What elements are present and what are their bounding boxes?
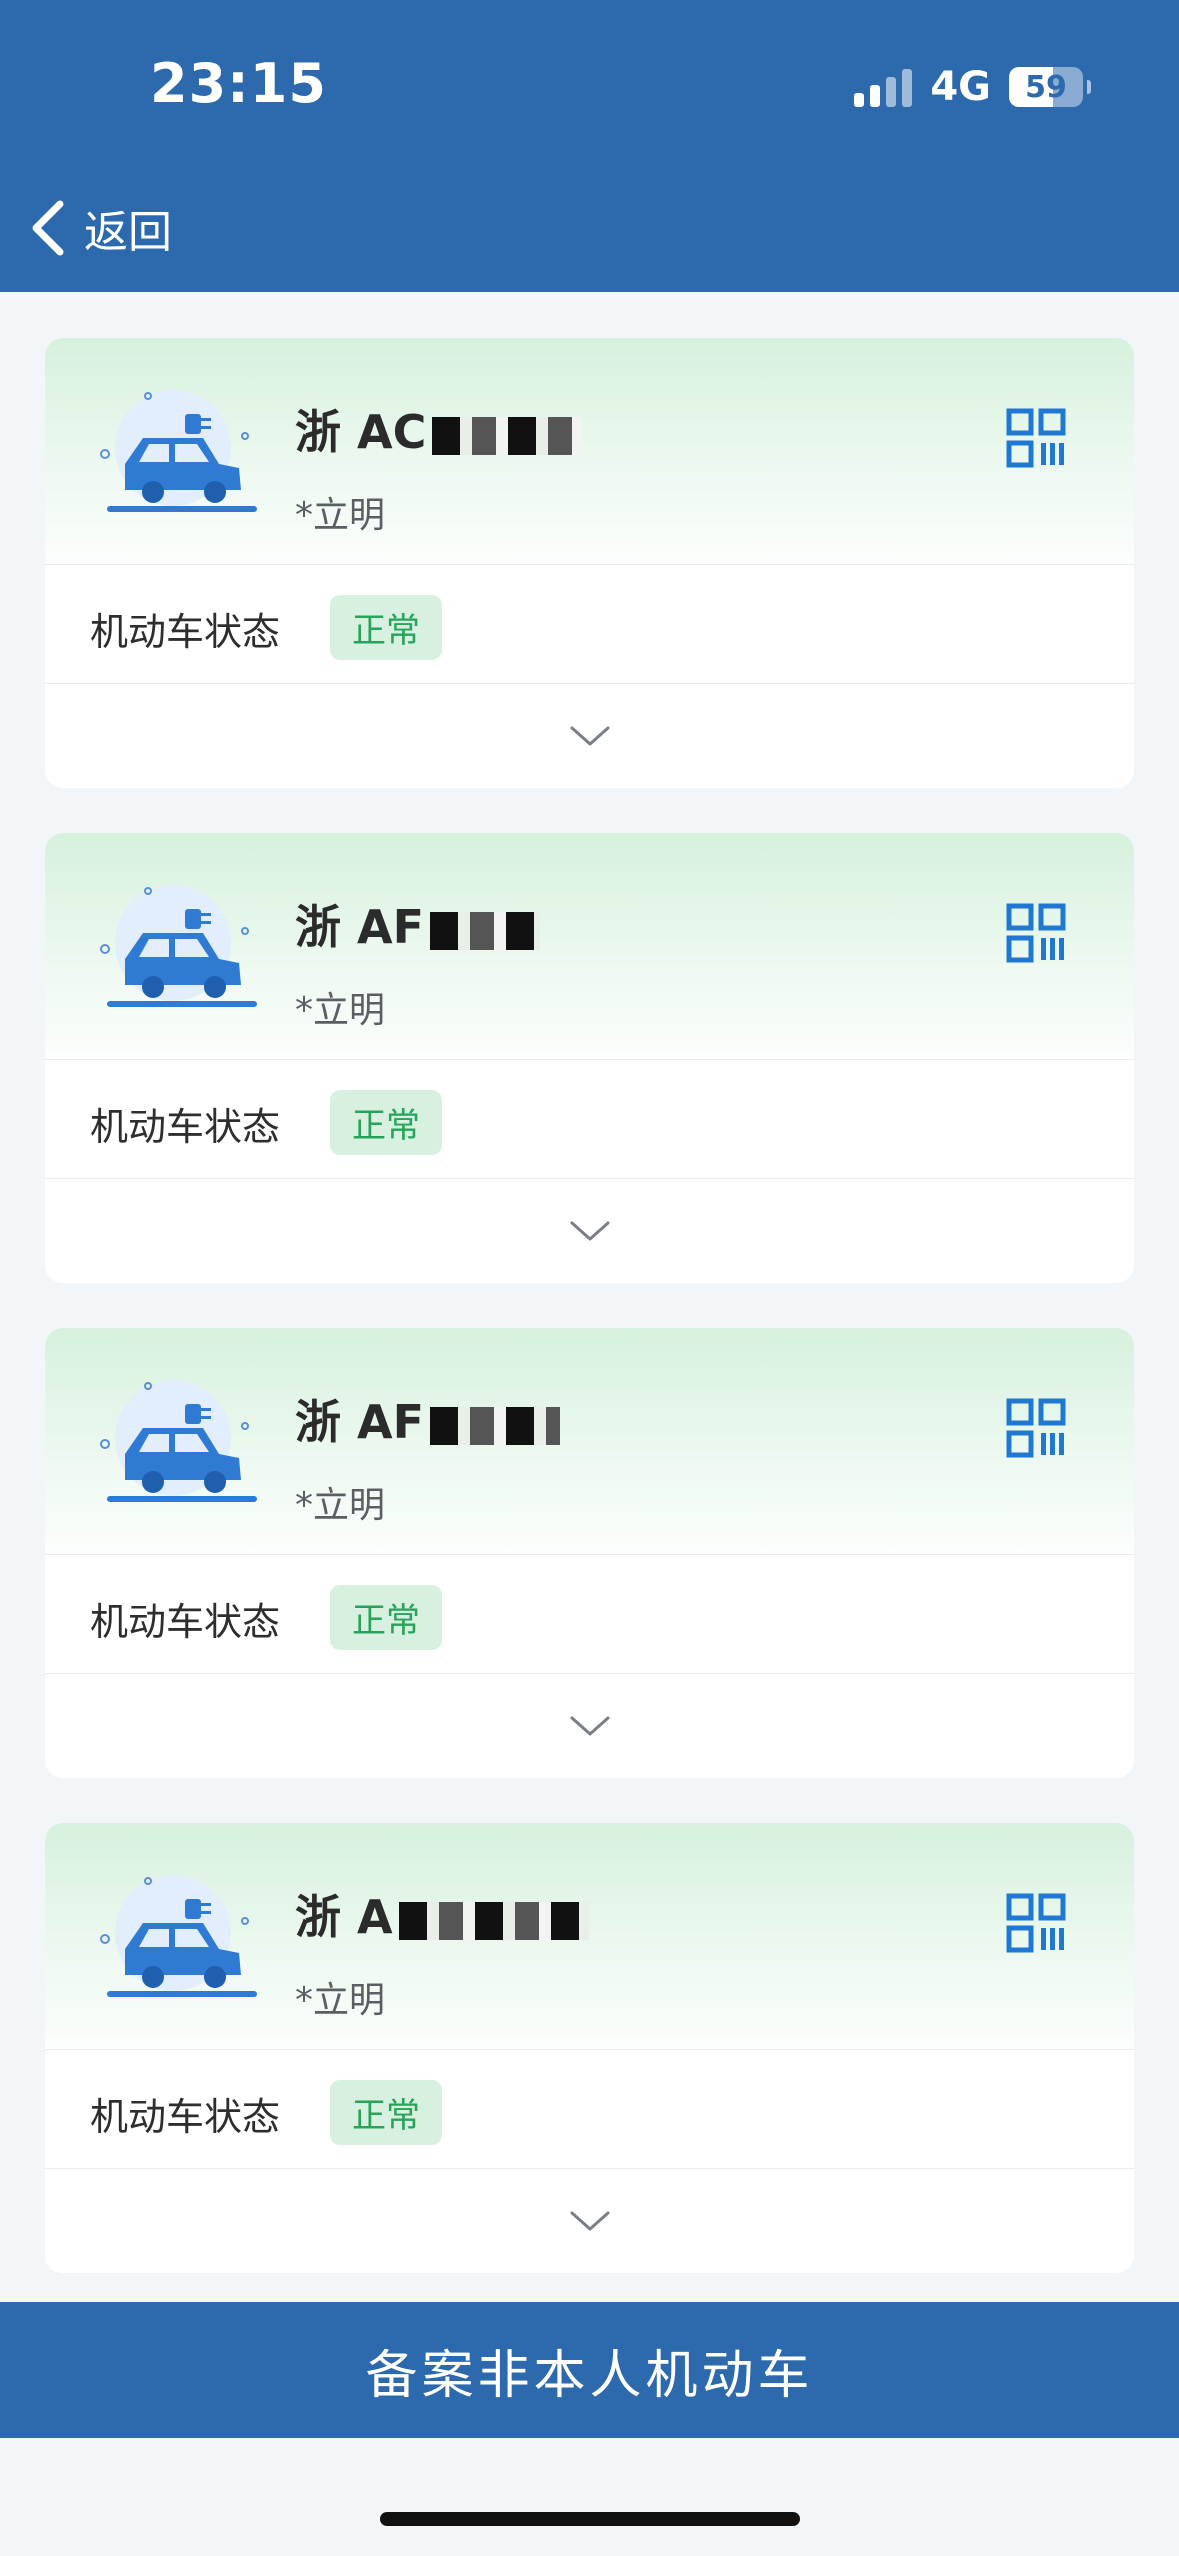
vehicle-card: 浙 AF *立明 机动车状态 正常 [45, 833, 1134, 1283]
vehicle-card: 浙 AC *立明 机动车状态 正常 [45, 338, 1134, 788]
qr-code-icon[interactable] [1006, 1893, 1066, 1953]
qr-code-icon[interactable] [1006, 903, 1066, 963]
expand-button[interactable] [45, 1673, 1134, 1778]
status-label: 机动车状态 [90, 610, 281, 654]
page: 23:15 4G 59 返回 浙 AC *立明 机动车状态 正常 浙 AF *立… [0, 0, 1179, 2556]
chevron-left-icon [32, 200, 64, 256]
plate-number: 浙 AC [295, 396, 583, 462]
status-badge: 正常 [330, 1585, 442, 1650]
qr-code-icon[interactable] [1006, 408, 1066, 468]
owner-name: *立明 [295, 990, 386, 1031]
plate-redaction [432, 416, 583, 455]
app-header: 23:15 4G 59 返回 [0, 0, 1179, 292]
status-indicators: 4G 59 [854, 64, 1091, 110]
chevron-down-icon [570, 2211, 609, 2230]
back-label: 返回 [84, 207, 172, 258]
vehicle-status-row: 机动车状态 正常 [45, 564, 1134, 684]
plate-redaction [430, 911, 541, 950]
vehicle-card-header: 浙 AF *立明 [45, 833, 1134, 1058]
plate-number: 浙 A [295, 1881, 589, 1947]
owner-name: *立明 [295, 1485, 386, 1526]
vehicle-list: 浙 AC *立明 机动车状态 正常 浙 AF *立明 机动车状态 正常 浙 AF… [45, 338, 1134, 2318]
expand-button[interactable] [45, 1178, 1134, 1283]
back-button[interactable]: 返回 [28, 196, 172, 260]
plate-visible-text: 浙 AF [295, 900, 425, 954]
vehicle-card: 浙 A *立明 机动车状态 正常 [45, 1823, 1134, 2273]
vehicle-status-row: 机动车状态 正常 [45, 1554, 1134, 1674]
plate-visible-text: 浙 A [295, 1890, 393, 1944]
chevron-down-icon [570, 1221, 609, 1240]
battery-level: 59 [1025, 69, 1067, 105]
vehicle-card-header: 浙 A *立明 [45, 1823, 1134, 2048]
status-label: 机动车状态 [90, 1105, 281, 1149]
status-time: 23:15 [150, 52, 327, 115]
vehicle-status-row: 机动车状态 正常 [45, 2049, 1134, 2169]
vehicle-card-header: 浙 AF *立明 [45, 1328, 1134, 1553]
status-label: 机动车状态 [90, 1600, 281, 1644]
plate-redaction [430, 1406, 561, 1445]
electric-car-icon [100, 390, 257, 512]
electric-car-icon [100, 1380, 257, 1502]
chevron-down-icon [570, 726, 609, 745]
signal-icon [854, 67, 913, 107]
vehicle-status-row: 机动车状态 正常 [45, 1059, 1134, 1179]
vehicle-card: 浙 AF *立明 机动车状态 正常 [45, 1328, 1134, 1778]
expand-button[interactable] [45, 2168, 1134, 2273]
plate-visible-text: 浙 AF [295, 1395, 425, 1449]
plate-redaction [398, 1901, 589, 1940]
electric-car-icon [100, 885, 257, 1007]
battery-icon: 59 [1009, 67, 1091, 107]
vehicle-card-header: 浙 AC *立明 [45, 338, 1134, 563]
owner-name: *立明 [295, 495, 386, 536]
electric-car-icon [100, 1875, 257, 1997]
plate-visible-text: 浙 AC [295, 405, 427, 459]
status-label: 机动车状态 [90, 2095, 281, 2139]
qr-code-icon[interactable] [1006, 1398, 1066, 1458]
network-label: 4G [930, 64, 991, 110]
home-indicator[interactable] [380, 2512, 800, 2526]
status-badge: 正常 [330, 2080, 442, 2145]
status-badge: 正常 [330, 1090, 442, 1155]
plate-number: 浙 AF [295, 891, 541, 957]
expand-button[interactable] [45, 683, 1134, 788]
chevron-down-icon [570, 1716, 609, 1735]
plate-number: 浙 AF [295, 1386, 561, 1452]
owner-name: *立明 [295, 1980, 386, 2021]
register-other-vehicle-button[interactable]: 备案非本人机动车 [0, 2302, 1179, 2438]
status-badge: 正常 [330, 595, 442, 660]
